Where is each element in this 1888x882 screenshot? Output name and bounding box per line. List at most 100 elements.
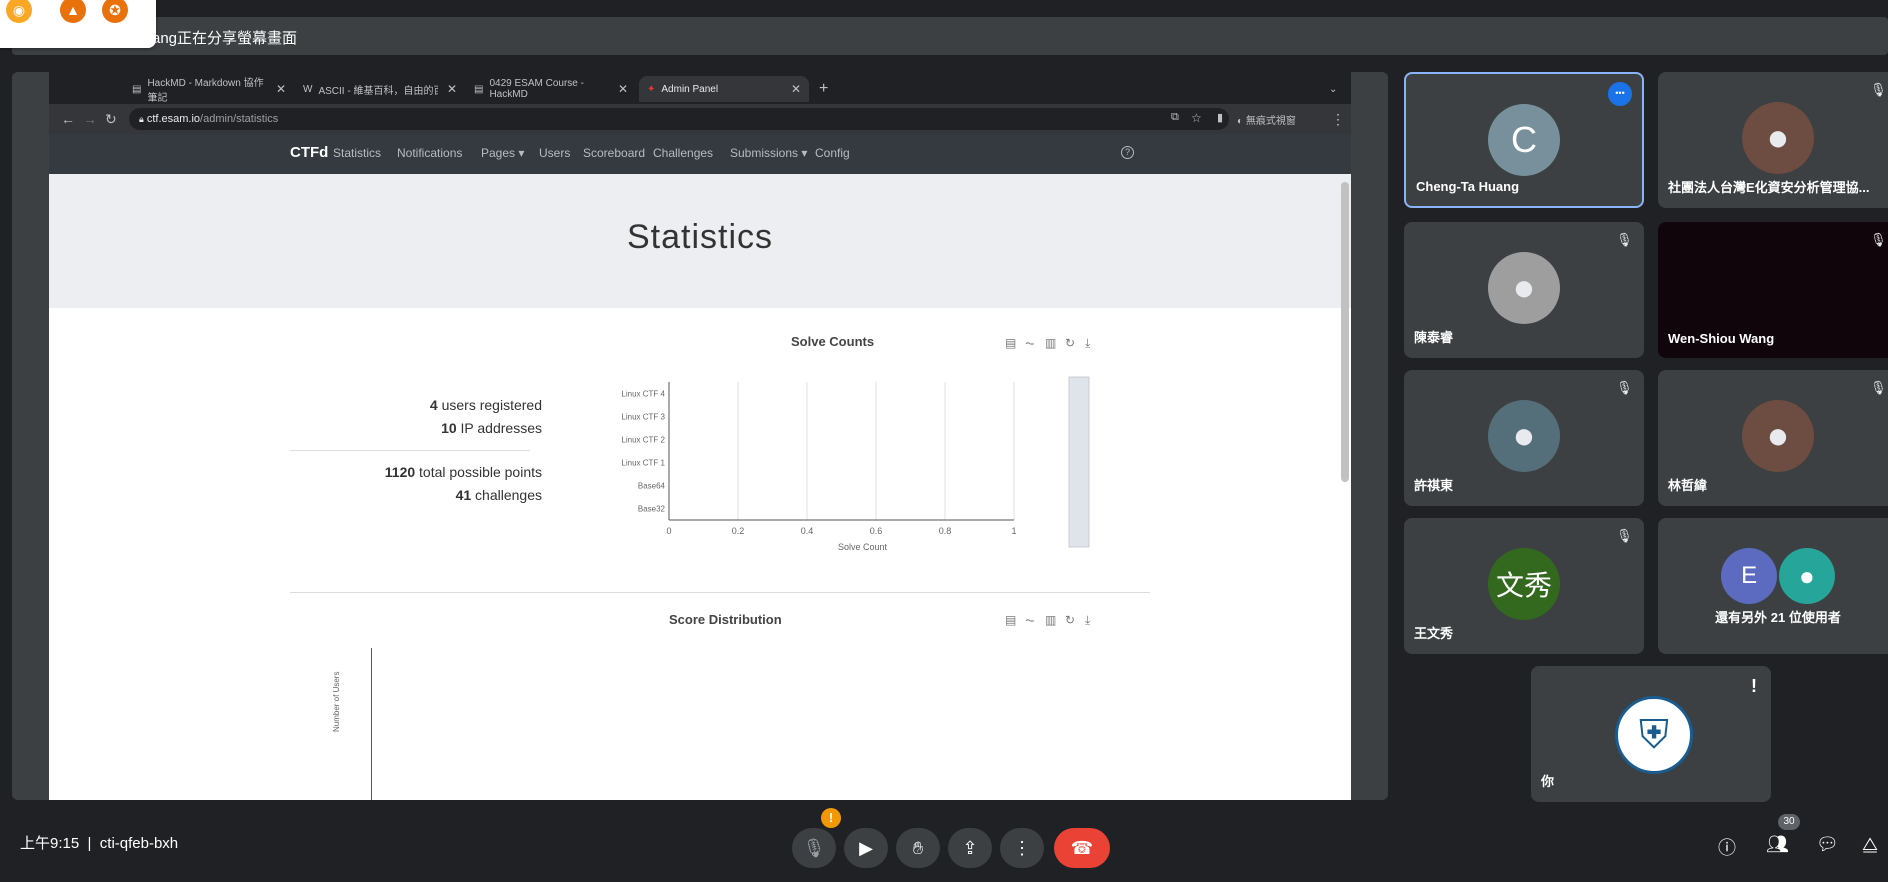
- menu-icon[interactable]: ⋮: [1331, 111, 1345, 128]
- chart-line-icon[interactable]: ⏦: [1025, 613, 1035, 628]
- page-scrollbar[interactable]: [1341, 182, 1349, 482]
- close-icon[interactable]: ✕: [618, 82, 628, 96]
- chart-data-icon[interactable]: ▤: [1005, 613, 1016, 627]
- mic-off-icon: 🎙︎: [1870, 380, 1887, 395]
- tab-ascii[interactable]: W ASCII - 維基百科，自由的百科全書 ✕: [295, 76, 465, 102]
- nav-scoreboard[interactable]: Scoreboard: [583, 146, 645, 160]
- people-icon[interactable]: 👥︎: [1766, 834, 1789, 855]
- stat-points: 1120 total possible points: [322, 464, 542, 480]
- divider: [290, 450, 530, 451]
- x-tick-label: 0.2: [732, 526, 745, 536]
- extension-icon-panel: ◉ ▲ ✪: [0, 0, 156, 48]
- info-icon[interactable]: ⓘ: [1718, 834, 1736, 860]
- tab-admin-panel[interactable]: ✦ Admin Panel ✕: [639, 76, 809, 102]
- microphone-button[interactable]: 🎙︎: [792, 828, 836, 868]
- present-button[interactable]: ⇪: [948, 828, 992, 868]
- participant-name: Wen-Shiou Wang: [1668, 331, 1775, 346]
- meeting-info: 上午9:15 | cti-qfeb-bxh: [20, 835, 179, 852]
- incognito-label: 無痕式視窗: [1245, 116, 1296, 127]
- x-tick-label: 0.8: [939, 526, 952, 536]
- tab-hackmd[interactable]: ▤ HackMD - Markdown 協作筆記 ✕: [124, 76, 294, 104]
- raise-hand-button[interactable]: ✋︎: [896, 828, 940, 868]
- chart-line-icon[interactable]: ⏦: [1025, 336, 1035, 351]
- end-call-icon: ☎︎: [1070, 837, 1094, 858]
- extension-icon-2[interactable]: ▲: [60, 0, 86, 23]
- extension-icon-1[interactable]: ◉: [6, 0, 32, 23]
- alert-badge[interactable]: !: [821, 808, 841, 828]
- participant-tile[interactable]: E ● 還有另外 21 位使用者: [1658, 518, 1888, 654]
- lock-icon: 🔒︎: [139, 114, 144, 124]
- ctfd-favicon-icon: ✦: [647, 83, 656, 95]
- close-icon[interactable]: ✕: [447, 82, 457, 96]
- participant-tile[interactable]: ● 陳泰睿 🎙︎: [1404, 222, 1644, 358]
- nav-config[interactable]: Config: [815, 146, 850, 160]
- nav-pages[interactable]: Pages ▾: [481, 146, 524, 160]
- doc-icon: ▤: [132, 83, 142, 95]
- clock-time: 上午9:15: [20, 835, 80, 852]
- ctfd-brand[interactable]: CTFd: [290, 144, 328, 161]
- avatar: 文秀: [1488, 548, 1560, 620]
- participant-tile[interactable]: ⛨ 你!: [1531, 666, 1771, 802]
- url-input[interactable]: 🔒︎ ctf.esam.io/admin/statistics: [129, 108, 1229, 130]
- top-strip: [0, 0, 1888, 16]
- stat-users-label: users registered: [437, 397, 542, 413]
- incognito-icon: ◐: [1237, 116, 1244, 127]
- meeting-controls-bar: 上午9:15 | cti-qfeb-bxh ! 🎙︎ ▶︎ ✋︎ ⇪ ⋮ ☎︎ …: [0, 808, 1888, 882]
- mic-off-icon: 🎙︎: [1616, 528, 1633, 543]
- translate-icon[interactable]: ⧉: [1171, 111, 1179, 124]
- activities-icon[interactable]: ⧋: [1862, 834, 1878, 855]
- chart-zoom-slider[interactable]: [1068, 376, 1090, 548]
- camera-button[interactable]: ▶︎: [844, 828, 888, 868]
- forward-icon[interactable]: →: [83, 111, 97, 127]
- extension-icon-3[interactable]: ✪: [102, 0, 128, 23]
- participant-tile[interactable]: ● 林哲緯 🎙︎: [1658, 370, 1888, 506]
- participant-tile[interactable]: ● 許祺東 🎙︎: [1404, 370, 1644, 506]
- participant-tile[interactable]: ● 社團法人台灣E化資安分析管理協... 🎙︎: [1658, 72, 1888, 208]
- doc-icon: ▤: [474, 83, 484, 95]
- side-panel-icon[interactable]: ▮: [1217, 111, 1223, 124]
- nav-statistics[interactable]: Statistics: [333, 146, 381, 160]
- shield-logo-icon: ⛨: [1639, 712, 1669, 757]
- participant-tile[interactable]: 文秀 王文秀 🎙︎: [1404, 518, 1644, 654]
- chart-download-icon[interactable]: ⤓: [1085, 613, 1090, 628]
- reload-icon[interactable]: ↻: [105, 111, 117, 128]
- back-icon[interactable]: ←: [61, 111, 75, 127]
- chart-bar-icon[interactable]: ▥: [1045, 613, 1056, 627]
- star-icon[interactable]: ☆: [1191, 111, 1202, 125]
- participant-tile[interactable]: C Cheng-Ta Huang •••: [1404, 72, 1644, 208]
- shared-browser-window: ▤ HackMD - Markdown 協作筆記 ✕ W ASCII - 維基百科，自…: [49, 72, 1351, 800]
- help-icon[interactable]: ?: [1121, 146, 1134, 159]
- warning-icon[interactable]: !: [1751, 676, 1757, 697]
- page-header: Statistics: [49, 174, 1351, 308]
- url-path: /admin/statistics: [200, 113, 279, 125]
- nav-users[interactable]: Users: [539, 146, 570, 160]
- nav-challenges[interactable]: Challenges: [653, 146, 713, 160]
- more-options-button[interactable]: ⋮: [1000, 828, 1044, 868]
- close-icon[interactable]: ✕: [791, 82, 801, 96]
- category-label: Linux CTF 4: [621, 390, 665, 399]
- incognito-profile[interactable]: ◐ 無痕式視窗: [1237, 112, 1296, 127]
- participant-tile[interactable]: Wen-Shiou Wang 🎙︎: [1658, 222, 1888, 358]
- url-host: ctf.esam.io: [146, 113, 201, 125]
- close-icon[interactable]: ✕: [276, 82, 286, 96]
- chart-restore-icon[interactable]: ↻: [1065, 336, 1075, 350]
- leave-call-button[interactable]: ☎︎: [1054, 828, 1110, 868]
- chart-restore-icon[interactable]: ↻: [1065, 613, 1075, 627]
- nav-notifications[interactable]: Notifications: [397, 146, 462, 160]
- meeting-code[interactable]: cti-qfeb-bxh: [100, 835, 178, 852]
- nav-submissions[interactable]: Submissions ▾: [730, 146, 807, 160]
- avatar: ●: [1488, 252, 1560, 324]
- chat-icon[interactable]: 💬︎: [1816, 834, 1839, 855]
- tab-esam-course[interactable]: ▤ 0429 ESAM Course - HackMD ✕: [466, 76, 636, 102]
- more-options-icon[interactable]: •••: [1608, 82, 1632, 106]
- stat-ips: 10 IP addresses: [322, 420, 542, 436]
- participant-name: 陳泰睿: [1414, 330, 1454, 345]
- new-tab-button[interactable]: +: [811, 76, 841, 102]
- tab-label: 0429 ESAM Course - HackMD: [489, 78, 584, 100]
- chart-data-icon[interactable]: ▤: [1005, 336, 1016, 350]
- participant-name: 社團法人台灣E化資安分析管理協...: [1668, 180, 1870, 195]
- stat-users-value: 4: [429, 397, 438, 413]
- chart-bar-icon[interactable]: ▥: [1045, 336, 1056, 350]
- chart-download-icon[interactable]: ⤓: [1085, 336, 1090, 351]
- tab-search-button[interactable]: ⌄: [1321, 76, 1345, 102]
